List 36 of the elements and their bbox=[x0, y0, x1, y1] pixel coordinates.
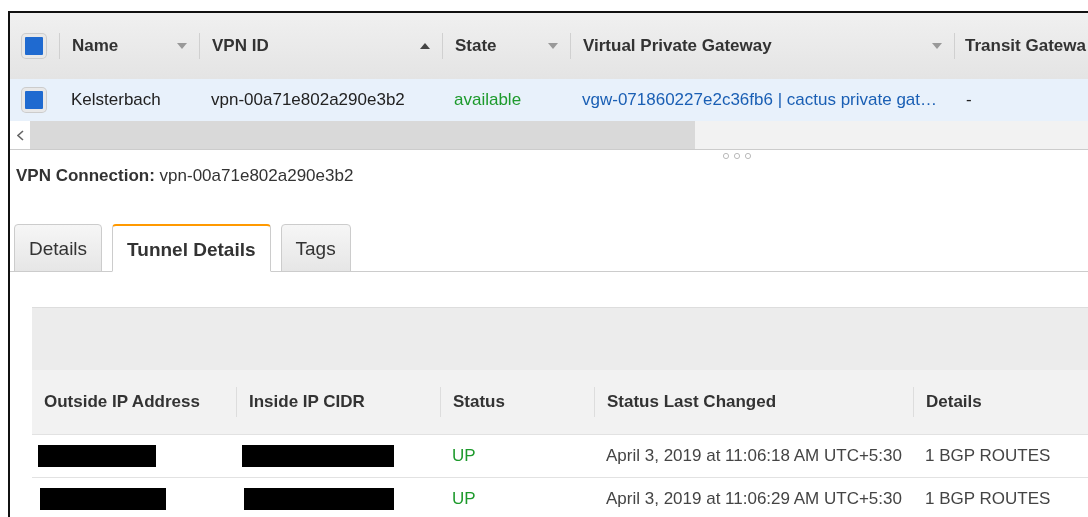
table-cell-text: April 3, 2019 at 11:06:18 AM UTC+5:30 bbox=[605, 446, 903, 466]
connection-title: VPN Connection: vpn-00a71e802a290e3b2 bbox=[15, 165, 355, 186]
column-header: Inside IP CIDR bbox=[236, 387, 440, 417]
column-header[interactable]: State bbox=[455, 36, 497, 56]
table-cell-text: April 3, 2019 at 11:06:29 AM UTC+5:30 bbox=[605, 489, 903, 509]
state-cell-text: available bbox=[453, 90, 523, 110]
chevron-left-icon bbox=[16, 129, 24, 141]
sort-ascending-icon[interactable] bbox=[420, 43, 430, 49]
tab[interactable]: Details bbox=[14, 224, 103, 272]
scroll-left-button[interactable] bbox=[10, 121, 30, 149]
sort-caret-icon[interactable] bbox=[932, 43, 942, 49]
table-cell-text: Kelsterbach bbox=[70, 90, 162, 110]
table-row[interactable]: Kelsterbach vpn-00a71e802a290e3b2 available vgw-071860227e2c36fb6 | cactus private gat… - bbox=[10, 79, 1088, 121]
sort-caret-icon[interactable] bbox=[548, 43, 558, 49]
column-header[interactable]: VPN ID bbox=[212, 36, 269, 56]
column-header: Details bbox=[913, 387, 1088, 417]
tab[interactable]: Tags bbox=[280, 224, 351, 272]
table-cell-text: 1 BGP ROUTES bbox=[924, 489, 1052, 509]
select-all-checkbox[interactable] bbox=[22, 34, 46, 58]
gateway-link[interactable]: vgw-071860227e2c36fb6 | cactus private gat… bbox=[570, 90, 954, 110]
sort-caret-icon[interactable] bbox=[177, 43, 187, 49]
row-checkbox[interactable] bbox=[22, 88, 46, 112]
column-header[interactable]: Name bbox=[72, 36, 119, 56]
resize-handle-icon[interactable] bbox=[722, 152, 752, 160]
column-header: Outside IP Address bbox=[43, 391, 201, 413]
table-cell-text: 1 BGP ROUTES bbox=[924, 446, 1052, 466]
status-cell-text: UP bbox=[451, 446, 477, 466]
column-header[interactable]: Transit Gatewa bbox=[965, 36, 1086, 56]
tab[interactable]: Tunnel Details bbox=[112, 224, 271, 272]
column-header: Status bbox=[440, 387, 594, 417]
status-cell-text: UP bbox=[451, 489, 477, 509]
scrollbar-thumb[interactable] bbox=[30, 121, 695, 149]
table-cell-text: vpn-00a71e802a290e3b2 bbox=[210, 90, 406, 110]
table-cell-text: - bbox=[965, 90, 973, 110]
column-header[interactable]: Virtual Private Gateway bbox=[583, 36, 772, 56]
column-header: Status Last Changed bbox=[594, 387, 913, 417]
